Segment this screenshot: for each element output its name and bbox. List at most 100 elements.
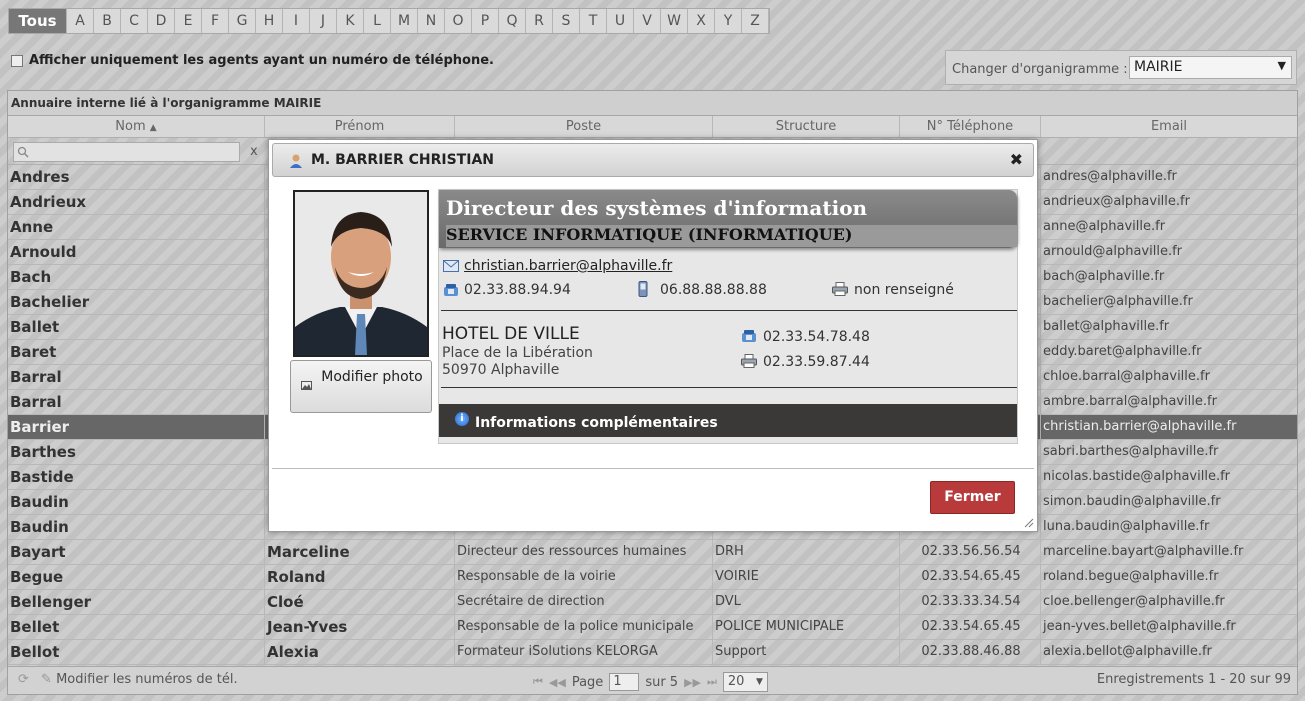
table-cell: Formateur iSolutions KELORGA (455, 640, 713, 664)
table-row[interactable]: Bayart Marceline Directeur des ressources … (8, 540, 1297, 565)
name-search-input[interactable] (13, 142, 240, 162)
table-cell: anne@alphaville.fr (1043, 219, 1166, 234)
mobile-phone-icon (638, 281, 648, 297)
grid-caption: Annuaire interne lié à l'organigramme MA… (8, 91, 1297, 116)
table-cell: Andres (8, 165, 265, 189)
table-cell: marceline.bayart@alphaville.fr (1043, 544, 1244, 559)
phone-icon (444, 284, 458, 296)
letter-filter-o[interactable]: O (445, 9, 472, 33)
table-cell: Barral (8, 390, 265, 414)
letter-filter-v[interactable]: V (634, 9, 661, 33)
table-row[interactable]: Bellenger Cloé Secrétaire de direction DVL 0… (8, 590, 1297, 615)
letter-filter-u[interactable]: U (607, 9, 634, 33)
site-name: HOTEL DE VILLE (442, 324, 580, 344)
letter-filter-j[interactable]: J (310, 9, 337, 33)
table-cell: 02.33.33.34.54 (900, 590, 1041, 614)
dialog-titlebar[interactable]: M. BARRIER CHRISTIAN ✖ (272, 143, 1034, 177)
info-icon: i (455, 412, 469, 426)
agent-email-link[interactable]: christian.barrier@alphaville.fr (464, 258, 672, 274)
table-cell: Alexia (265, 640, 455, 664)
more-info-panel[interactable]: i Informations complémentaires (439, 404, 1017, 437)
clear-search-button[interactable]: x (250, 144, 258, 164)
org-select[interactable]: MAIRIE ▼ (1129, 56, 1292, 79)
letter-filter-l[interactable]: L (364, 9, 391, 33)
per-page-select[interactable]: 20 ▼ (722, 672, 768, 692)
prev-page-icon[interactable]: ◀◀ (549, 676, 566, 689)
table-cell: Barrier (8, 415, 265, 439)
table-cell: Cloé (265, 590, 455, 614)
close-dialog-button[interactable]: Fermer (930, 481, 1015, 514)
modify-photo-button[interactable]: Modifier photo (290, 360, 432, 413)
table-cell: eddy.baret@alphaville.fr (1043, 344, 1202, 359)
table-cell: Marceline (265, 540, 455, 564)
last-page-icon[interactable]: ⏭ (707, 675, 717, 689)
resize-handle-icon[interactable] (1024, 518, 1034, 528)
phone-filter[interactable]: Afficher uniquement les agents ayant un … (11, 53, 494, 68)
first-page-icon[interactable]: ⏮ (533, 675, 543, 689)
site-city: 50970 Alphaville (442, 362, 560, 378)
table-cell: Bach (8, 265, 265, 289)
page-count: sur 5 (645, 674, 679, 690)
page-input[interactable]: 1 (609, 673, 640, 691)
letter-filter-s[interactable]: S (553, 9, 580, 33)
table-cell: DVL (713, 590, 900, 614)
table-cell: Secrétaire de direction (455, 590, 713, 614)
divider (441, 387, 1017, 388)
col-header-structure[interactable]: Structure (713, 116, 900, 137)
fax-icon (832, 282, 848, 296)
letter-filter-e[interactable]: E (175, 9, 202, 33)
refresh-icon[interactable]: ⟳ (18, 672, 29, 687)
close-icon[interactable]: ✖ (1010, 150, 1023, 169)
letter-filter-h[interactable]: H (256, 9, 283, 33)
phone-icon (742, 330, 756, 342)
table-cell: 02.33.88.46.88 (900, 640, 1041, 664)
mail-icon (443, 260, 459, 272)
edit-phones-link[interactable]: Modifier les numéros de tél. (56, 672, 238, 687)
letter-filter-r[interactable]: R (526, 9, 553, 33)
letter-filter-d[interactable]: D (148, 9, 175, 33)
site-phone: 02.33.54.78.48 (763, 329, 870, 345)
pencil-icon[interactable]: ✎ (41, 672, 52, 687)
letter-filter-n[interactable]: N (418, 9, 445, 33)
letter-filter-w[interactable]: W (661, 9, 688, 33)
letter-filter-m[interactable]: M (391, 9, 418, 33)
letter-filter-f[interactable]: F (202, 9, 229, 33)
letter-filter-q[interactable]: Q (499, 9, 526, 33)
chevron-down-icon: ▼ (1277, 59, 1286, 72)
letter-filter-a[interactable]: A (67, 9, 94, 33)
table-cell: Responsable de la police municipale (455, 615, 713, 639)
letter-filter-b[interactable]: B (94, 9, 121, 33)
phone-filter-checkbox[interactable] (11, 54, 23, 67)
next-page-icon[interactable]: ▶▶ (684, 676, 701, 689)
site-street: Place de la Libération (442, 345, 593, 361)
letter-filter-k[interactable]: K (337, 9, 364, 33)
col-header-poste[interactable]: Poste (455, 116, 713, 137)
col-header-nom[interactable]: Nom ▲ (8, 116, 265, 137)
letter-filter-t[interactable]: T (580, 9, 607, 33)
table-cell: andrieux@alphaville.fr (1043, 194, 1190, 209)
letter-filter-g[interactable]: G (229, 9, 256, 33)
table-cell: Barral (8, 365, 265, 389)
letter-filter-p[interactable]: P (472, 9, 499, 33)
letter-filter-x[interactable]: X (688, 9, 715, 33)
table-row[interactable]: Begue Roland Responsable de la voirie VOIRI… (8, 565, 1297, 590)
org-label: Changer d'organigramme : (952, 62, 1128, 77)
letter-filter-i[interactable]: I (283, 9, 310, 33)
divider (441, 310, 1017, 311)
table-cell: 02.33.54.65.45 (900, 615, 1041, 639)
letter-filter-c[interactable]: C (121, 9, 148, 33)
col-header-telephone[interactable]: N° Téléphone (900, 116, 1041, 137)
letter-filter-all[interactable]: Tous (9, 9, 67, 33)
letter-filter-z[interactable]: Z (742, 9, 769, 33)
col-header-email[interactable]: Email (1041, 116, 1297, 137)
dialog-footer-divider (272, 468, 1034, 469)
alphabet-bar: Tous A B C D E F G H I J K L M N O P Q R S T U V W X Y Z (8, 8, 770, 34)
table-row[interactable]: Bellet Jean-Yves Responsable de la police … (8, 615, 1297, 640)
col-header-prenom[interactable]: Prénom (265, 116, 455, 137)
table-cell: Barthes (8, 440, 265, 464)
letter-filter-y[interactable]: Y (715, 9, 742, 33)
table-cell: Bellot (8, 640, 265, 664)
table-cell: Bellet (8, 615, 265, 639)
table-row[interactable]: Bellot Alexia Formateur iSolutions KELORGA… (8, 640, 1297, 665)
agent-detail-dialog: M. BARRIER CHRISTIAN ✖ Modifier photo Di… (268, 139, 1038, 532)
